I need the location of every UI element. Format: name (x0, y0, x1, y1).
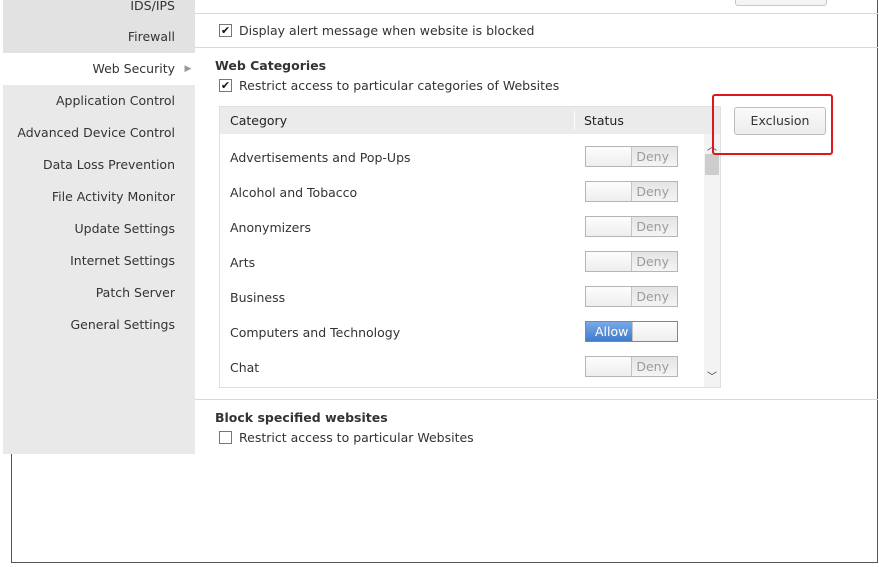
sidebar-item-file-activity-monitor[interactable]: File Activity Monitor (3, 181, 195, 213)
column-header-category[interactable]: Category (230, 113, 287, 128)
sidebar-item-label: Web Security (92, 61, 175, 76)
sidebar-item-update-settings[interactable]: Update Settings (3, 213, 195, 245)
toggle-knob (586, 287, 632, 306)
chevron-down-icon[interactable]: ﹀ (704, 368, 720, 383)
top-button[interactable] (735, 0, 827, 6)
status-toggle[interactable]: Deny (585, 181, 678, 202)
toggle-label: Allow (595, 324, 629, 339)
table-row: Advertisements and Pop-Ups Deny (220, 141, 704, 176)
display-alert-checkbox[interactable]: ✔ (219, 24, 232, 37)
web-categories-title: Web Categories (215, 58, 327, 73)
toggle-label: Deny (636, 149, 669, 164)
category-name: Chat (230, 360, 260, 375)
sidebar: IDS/IPS Firewall Web Security ▶ Applicat… (3, 0, 195, 454)
display-alert-row: ✔ Display alert message when website is … (219, 23, 534, 38)
status-toggle[interactable]: Allow (585, 321, 678, 342)
status-toggle[interactable]: Deny (585, 286, 678, 307)
sidebar-item-data-loss-prevention[interactable]: Data Loss Prevention (3, 149, 195, 181)
sidebar-item-label: Internet Settings (70, 253, 175, 268)
main-panel: ✔ Display alert message when website is … (195, 0, 878, 563)
toggle-knob (632, 322, 677, 341)
toggle-knob (586, 357, 632, 376)
status-toggle[interactable]: Deny (585, 146, 678, 167)
category-name: Anonymizers (230, 220, 311, 235)
sidebar-item-label: General Settings (70, 317, 175, 332)
restrict-categories-row: ✔ Restrict access to particular categori… (219, 78, 559, 93)
sidebar-item-internet-settings[interactable]: Internet Settings (3, 245, 195, 277)
restrict-categories-label: Restrict access to particular categories… (239, 78, 560, 93)
toggle-label: Deny (636, 184, 669, 199)
sidebar-item-ids-ips[interactable]: IDS/IPS (3, 0, 195, 22)
table-row: Alcohol and Tobacco Deny (220, 176, 704, 211)
restrict-sites-label: Restrict access to particular Websites (239, 430, 474, 445)
toggle-label: Deny (636, 219, 669, 234)
restrict-categories-checkbox[interactable]: ✔ (219, 79, 232, 92)
block-sites-title: Block specified websites (215, 410, 388, 425)
sidebar-item-label: Application Control (55, 93, 175, 108)
display-alert-label: Display alert message when website is bl… (239, 23, 535, 38)
restrict-sites-row: Restrict access to particular Websites (219, 430, 474, 445)
sidebar-item-application-control[interactable]: Application Control (3, 85, 195, 117)
vertical-scrollbar[interactable]: ︿ ﹀ (704, 134, 720, 387)
sidebar-item-advanced-device-control[interactable]: Advanced Device Control (3, 117, 195, 149)
chevron-right-icon: ▶ (184, 64, 192, 74)
column-separator (574, 111, 575, 130)
toggle-knob (586, 252, 632, 271)
sidebar-item-label: Update Settings (74, 221, 175, 236)
status-toggle[interactable]: Deny (585, 356, 678, 377)
divider (195, 399, 878, 400)
category-name: Arts (230, 255, 256, 270)
category-name: Business (230, 290, 286, 305)
toggle-label: Deny (636, 289, 669, 304)
category-name: Advertisements and Pop-Ups (230, 150, 411, 165)
sidebar-item-label: IDS/IPS (130, 0, 175, 13)
sidebar-item-label: Patch Server (95, 285, 175, 300)
table-row: Anonymizers Deny (220, 211, 704, 246)
sidebar-item-label: Data Loss Prevention (42, 157, 175, 172)
table-row: Chat Deny (220, 351, 704, 386)
category-name: Alcohol and Tobacco (230, 185, 358, 200)
toggle-label: Deny (636, 254, 669, 269)
sidebar-item-firewall[interactable]: Firewall (3, 21, 195, 53)
sidebar-item-patch-server[interactable]: Patch Server (3, 277, 195, 309)
restrict-sites-checkbox[interactable] (219, 431, 232, 444)
status-toggle[interactable]: Deny (585, 251, 678, 272)
scrollbar-thumb[interactable] (705, 154, 719, 175)
table-header: Category Status (220, 107, 720, 134)
sidebar-item-label: Firewall (127, 29, 175, 44)
status-toggle[interactable]: Deny (585, 216, 678, 237)
toggle-knob (586, 182, 632, 201)
sidebar-item-web-security[interactable]: Web Security ▶ (3, 53, 195, 85)
divider (195, 47, 878, 48)
sidebar-item-label: Advanced Device Control (17, 125, 175, 140)
category-name: Computers and Technology (230, 325, 401, 340)
table-row: Arts Deny (220, 246, 704, 281)
toggle-knob (586, 147, 632, 166)
sidebar-item-label: File Activity Monitor (51, 189, 175, 204)
table-row: Business Deny (220, 281, 704, 316)
table-row: Computers and Technology Allow (220, 316, 704, 351)
toggle-knob (586, 217, 632, 236)
sidebar-item-general-settings[interactable]: General Settings (3, 309, 195, 341)
toggle-label: Deny (636, 359, 669, 374)
highlight-box (712, 94, 833, 155)
column-header-status[interactable]: Status (584, 113, 624, 128)
divider (195, 13, 878, 14)
categories-table: Category Status Advertisements and Pop-U… (219, 106, 721, 388)
